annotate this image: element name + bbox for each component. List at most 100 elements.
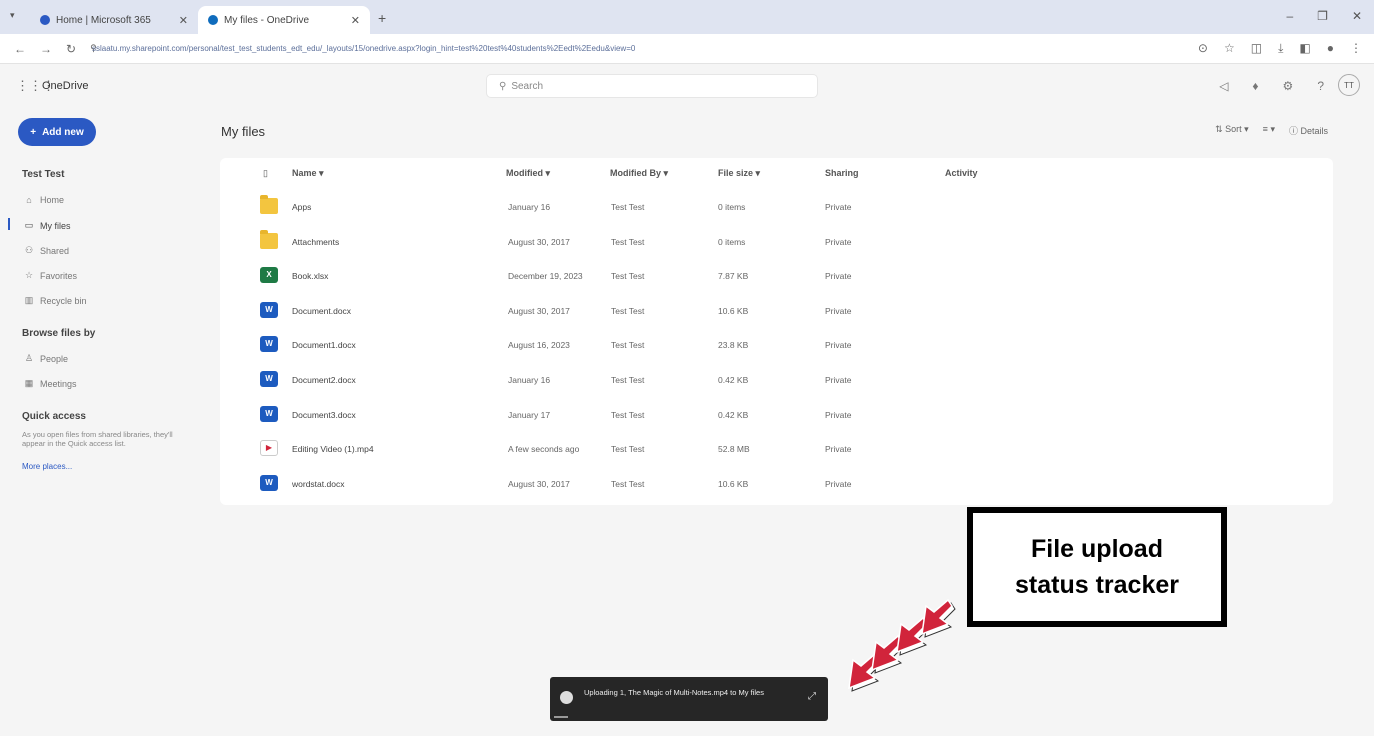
browser-tab-strip: ▾ Home | Microsoft 365 ✕ My files - OneD…: [0, 0, 1374, 34]
sidebar-user-heading: Test Test: [22, 169, 65, 180]
column-header-sharing[interactable]: Sharing: [825, 168, 859, 178]
file-name[interactable]: Book.xlsx: [292, 271, 328, 281]
star-icon: ☆: [24, 270, 34, 280]
excel-file-icon: X: [260, 267, 278, 284]
details-button[interactable]: ⓘ Details: [1289, 124, 1328, 137]
folder-icon: [260, 195, 278, 214]
minimize-icon[interactable]: –: [1286, 9, 1293, 23]
file-name[interactable]: Editing Video (1).mp4: [292, 444, 374, 454]
trash-icon: ▥: [24, 295, 34, 305]
table-row[interactable]: W Document.docx August 30, 2017 Test Test 10…: [220, 294, 1333, 329]
file-size: 0 items: [718, 236, 746, 247]
sharing-status: Private: [825, 478, 852, 489]
word-file-icon: W: [260, 371, 278, 387]
avatar[interactable]: TT: [1338, 74, 1360, 96]
selected-indicator: [8, 218, 10, 230]
sidebar-item-recycle-bin[interactable]: ▥ Recycle bin: [24, 295, 87, 306]
column-header-modified-by[interactable]: Modified By ▾: [610, 168, 668, 179]
browse-files-heading: Browse files by: [22, 328, 96, 339]
file-name[interactable]: Attachments: [292, 237, 339, 247]
browser-toolbar: ← → ↻ ⚲ sslaatu.my.sharepoint.com/person…: [0, 34, 1374, 64]
plus-icon: +: [30, 126, 37, 138]
address-bar[interactable]: sslaatu.my.sharepoint.com/personal/test_…: [92, 40, 1162, 58]
bookmark-star-icon[interactable]: ☆: [1224, 41, 1235, 56]
file-size: 0.42 KB: [718, 409, 749, 420]
folder-icon: ▭: [24, 220, 34, 230]
megaphone-icon[interactable]: ◁: [1219, 79, 1228, 93]
tab-label: Home | Microsoft 365: [56, 14, 151, 26]
sidebar-item-favorites[interactable]: ☆ Favorites: [24, 270, 77, 281]
search-input[interactable]: ⚲ Search: [486, 74, 818, 98]
column-header-modified[interactable]: Modified ▾: [506, 168, 550, 179]
word-file-icon: W: [260, 336, 278, 353]
file-size: 23.8 KB: [718, 340, 749, 351]
file-name[interactable]: Document2.docx: [292, 375, 356, 385]
file-name[interactable]: Apps: [292, 202, 311, 212]
details-pane-icon: ⓘ: [1288, 126, 1301, 136]
column-header-name[interactable]: Name ▾: [292, 168, 324, 179]
file-name[interactable]: wordstat.docx: [292, 479, 344, 489]
close-window-icon[interactable]: ✕: [1352, 9, 1362, 23]
file-name[interactable]: Document3.docx: [292, 410, 356, 420]
browser-tab-onedrive[interactable]: My files - OneDrive ✕: [198, 6, 370, 34]
table-row[interactable]: Attachments August 30, 2017 Test Test 0 ite…: [220, 225, 1333, 260]
word-file-icon: W: [260, 405, 278, 422]
sidebar-item-meetings[interactable]: ▦ Meetings: [24, 378, 77, 389]
callout-text: File upload status tracker: [1015, 535, 1179, 599]
sidebar-item-people[interactable]: ♙ People: [24, 353, 68, 364]
upload-status-text: Uploading 1, The Magic of Multi-Notes.mp…: [584, 688, 764, 697]
modified-by: Test Test: [611, 202, 645, 212]
more-places-link[interactable]: More places...: [22, 462, 72, 471]
sidebar-item-my-files[interactable]: ▭ My files: [24, 220, 71, 231]
new-tab-button[interactable]: +: [378, 10, 386, 26]
file-name[interactable]: Document1.docx: [292, 340, 356, 350]
modified-by: Test Test: [611, 236, 645, 247]
table-row[interactable]: W Document3.docx January 17 Test Test 0.42 K…: [220, 398, 1333, 433]
sharing-status: Private: [825, 202, 852, 212]
modified-by: Test Test: [611, 340, 645, 351]
file-name[interactable]: Document.docx: [292, 306, 351, 316]
column-header-file-size[interactable]: File size ▾: [718, 168, 760, 179]
file-type-header-icon[interactable]: ▯: [263, 168, 268, 179]
sidebar-item-home[interactable]: ⌂ Home: [24, 195, 64, 205]
sidebar-item-shared[interactable]: ⚇ Shared: [24, 245, 69, 256]
browser-menu-icon[interactable]: ⋮: [1350, 41, 1362, 56]
table-row[interactable]: Apps January 16 Test Test 0 items Private: [220, 190, 1333, 225]
modified-date: August 16, 2023: [508, 340, 570, 351]
restore-icon[interactable]: ❐: [1317, 9, 1328, 23]
file-size: 7.87 KB: [718, 271, 749, 282]
add-new-button[interactable]: + Add new: [18, 118, 96, 146]
forward-icon[interactable]: →: [40, 42, 52, 56]
table-row[interactable]: Wwordstat.docx August 30, 2017 Test Test 10…: [220, 467, 1333, 502]
search-icon: ⚲: [499, 80, 507, 92]
reload-icon[interactable]: ↻: [66, 42, 76, 56]
upload-status-toast[interactable]: Uploading 1, The Magic of Multi-Notes.mp…: [550, 677, 828, 721]
tab-close-icon[interactable]: ✕: [179, 14, 188, 27]
modified-by: Test Test: [611, 444, 645, 455]
sort-button[interactable]: ⇅ Sort ▾: [1215, 124, 1249, 137]
profile-icon[interactable]: ●: [1327, 41, 1334, 56]
help-icon[interactable]: ?: [1317, 79, 1324, 93]
expand-icon[interactable]: ⤢: [808, 691, 816, 702]
browser-tab-home[interactable]: Home | Microsoft 365 ✕: [30, 6, 198, 34]
table-row[interactable]: W Document1.docx August 16, 2023 Test Test 2…: [220, 328, 1333, 363]
settings-gear-icon[interactable]: ⚙: [1283, 79, 1294, 93]
lens-icon[interactable]: ⊙: [1198, 41, 1208, 56]
table-row[interactable]: X Book.xlsx December 19, 2023 Test Test 7.87…: [220, 259, 1333, 294]
column-header-activity[interactable]: Activity: [945, 168, 978, 178]
view-options-button[interactable]: ≡ ▾: [1263, 124, 1275, 137]
app-name[interactable]: OneDrive: [42, 80, 88, 92]
premium-icon[interactable]: ♦: [1252, 79, 1258, 93]
modified-by: Test Test: [611, 478, 645, 489]
sort-icon: ⇅: [1215, 124, 1226, 134]
extensions-icon[interactable]: ◫: [1251, 41, 1262, 56]
tab-search-icon[interactable]: ▾: [10, 10, 15, 21]
tab-close-icon[interactable]: ✕: [351, 14, 360, 27]
modified-date: August 30, 2017: [508, 305, 570, 316]
sidepanel-icon[interactable]: ◧: [1299, 41, 1310, 56]
back-icon[interactable]: ←: [14, 42, 26, 56]
table-row[interactable]: ▶ Editing Video (1).mp4 A few seconds ago T…: [220, 432, 1333, 467]
table-row[interactable]: W Document2.docx January 16 Test Test 0.42 K…: [220, 363, 1333, 398]
microsoft365-favicon-icon: [40, 15, 50, 25]
download-icon[interactable]: ⤓: [1278, 41, 1283, 56]
